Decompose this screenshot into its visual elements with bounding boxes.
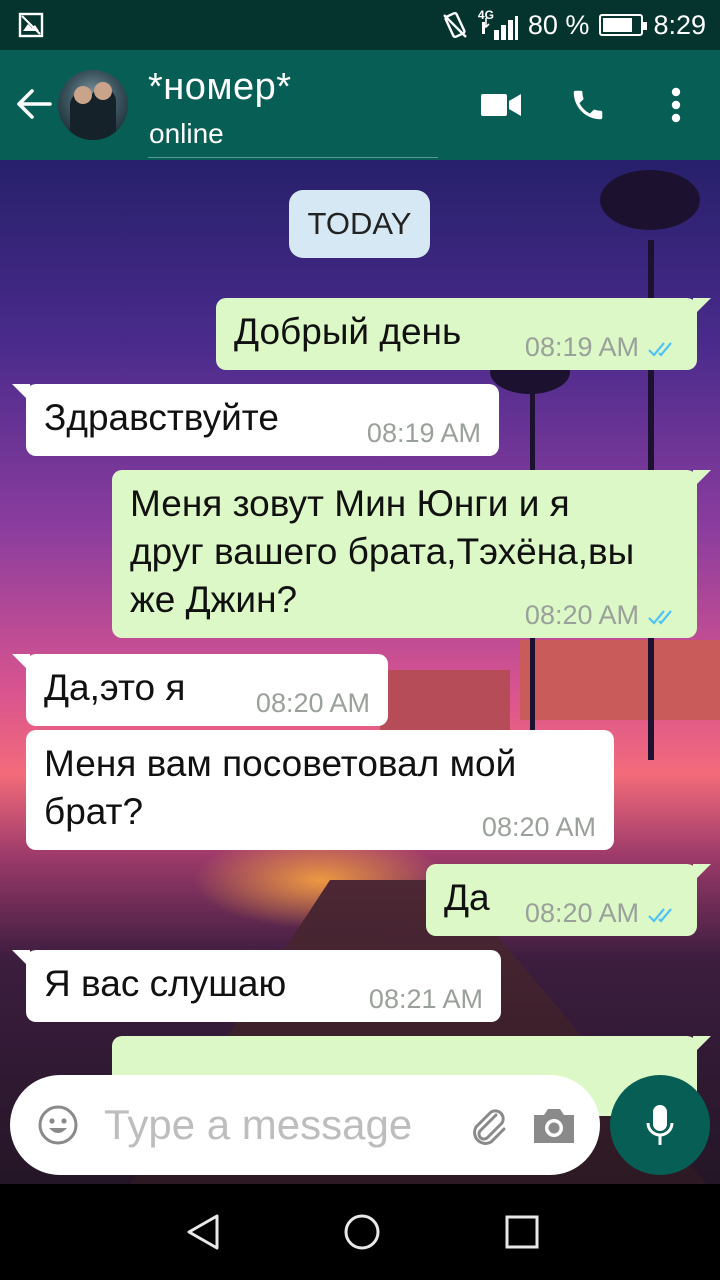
message-time: 08:20 AM — [481, 812, 596, 842]
menu-button[interactable] — [651, 80, 701, 130]
more-vert-icon — [671, 87, 681, 123]
wallpaper-palm — [600, 170, 700, 230]
avatar[interactable] — [58, 70, 128, 140]
status-bar: 4G 80 % 8:29 — [0, 0, 720, 50]
double-check-icon — [648, 610, 672, 625]
wallpaper-building — [520, 640, 720, 720]
message-bubble-incoming[interactable]: Я вас слушаю 08:21 AM — [12, 950, 501, 1022]
voice-call-button[interactable] — [563, 80, 613, 130]
voice-message-button[interactable] — [610, 1075, 710, 1175]
message-bubble-incoming[interactable]: Здравствуйте 08:19 AM — [12, 384, 499, 456]
vibrate-icon — [443, 11, 467, 39]
chat-area[interactable]: TODAY Добрый день 08:19 AM Здравствуйте … — [0, 160, 720, 1184]
arrow-left-icon[interactable] — [14, 84, 54, 124]
microphone-icon — [646, 1105, 674, 1145]
message-text: Да — [444, 877, 490, 918]
nav-recents-icon[interactable] — [502, 1212, 542, 1252]
video-call-button[interactable] — [476, 80, 526, 130]
battery-icon — [599, 14, 648, 36]
emoji-icon[interactable] — [38, 1105, 78, 1145]
message-text: Здравствуйте — [44, 397, 279, 438]
chat-header: *номер* online — [0, 50, 720, 160]
message-bubble-incoming[interactable]: Да,это я 08:20 AM — [12, 654, 388, 726]
nav-back-icon[interactable] — [183, 1212, 223, 1252]
message-text: Я вас слушаю — [44, 963, 287, 1004]
message-time: 08:20 AM — [255, 688, 370, 718]
message-bubble-outgoing[interactable]: Да 08:20 AM — [426, 864, 711, 936]
message-bubble-outgoing[interactable]: Меня зовут Мин Юнги и я друг вашего брат… — [112, 470, 711, 638]
network-type-icon: 4G — [478, 8, 518, 40]
message-text: Да,это я — [44, 667, 186, 708]
message-time: 08:19 AM — [524, 332, 639, 362]
paperclip-icon[interactable] — [466, 1103, 512, 1149]
signal-icon — [481, 16, 518, 40]
system-nav-bar — [0, 1184, 720, 1280]
camera-icon[interactable] — [532, 1105, 576, 1145]
double-check-icon — [648, 908, 672, 923]
phone-icon — [573, 90, 603, 120]
nav-home-icon[interactable] — [342, 1212, 382, 1252]
message-time: 08:20 AM — [524, 898, 639, 928]
message-time: 08:20 AM — [524, 600, 639, 630]
message-text: Меня вам посоветовал мой брат? — [44, 743, 517, 832]
battery-percent: 80 % — [527, 9, 590, 40]
video-call-icon — [481, 94, 521, 116]
header-divider — [148, 157, 438, 158]
contact-status: online — [149, 118, 224, 149]
message-input[interactable]: Type a message — [104, 1101, 412, 1149]
wallpaper-building — [380, 670, 510, 730]
date-chip: TODAY — [289, 190, 430, 258]
message-time: 08:19 AM — [366, 418, 481, 448]
message-bubble-outgoing[interactable]: Добрый день 08:19 AM — [216, 298, 711, 370]
image-notification-icon — [18, 12, 44, 38]
contact-name[interactable]: *номер* — [148, 66, 292, 109]
double-check-icon — [648, 342, 672, 357]
clock: 8:29 — [653, 9, 706, 40]
message-time: 08:21 AM — [368, 984, 483, 1014]
message-input-bar[interactable]: Type a message — [10, 1075, 600, 1175]
message-text: Добрый день — [234, 311, 462, 352]
message-bubble-incoming[interactable]: Меня вам посоветовал мой брат? 08:20 AM — [26, 730, 614, 850]
